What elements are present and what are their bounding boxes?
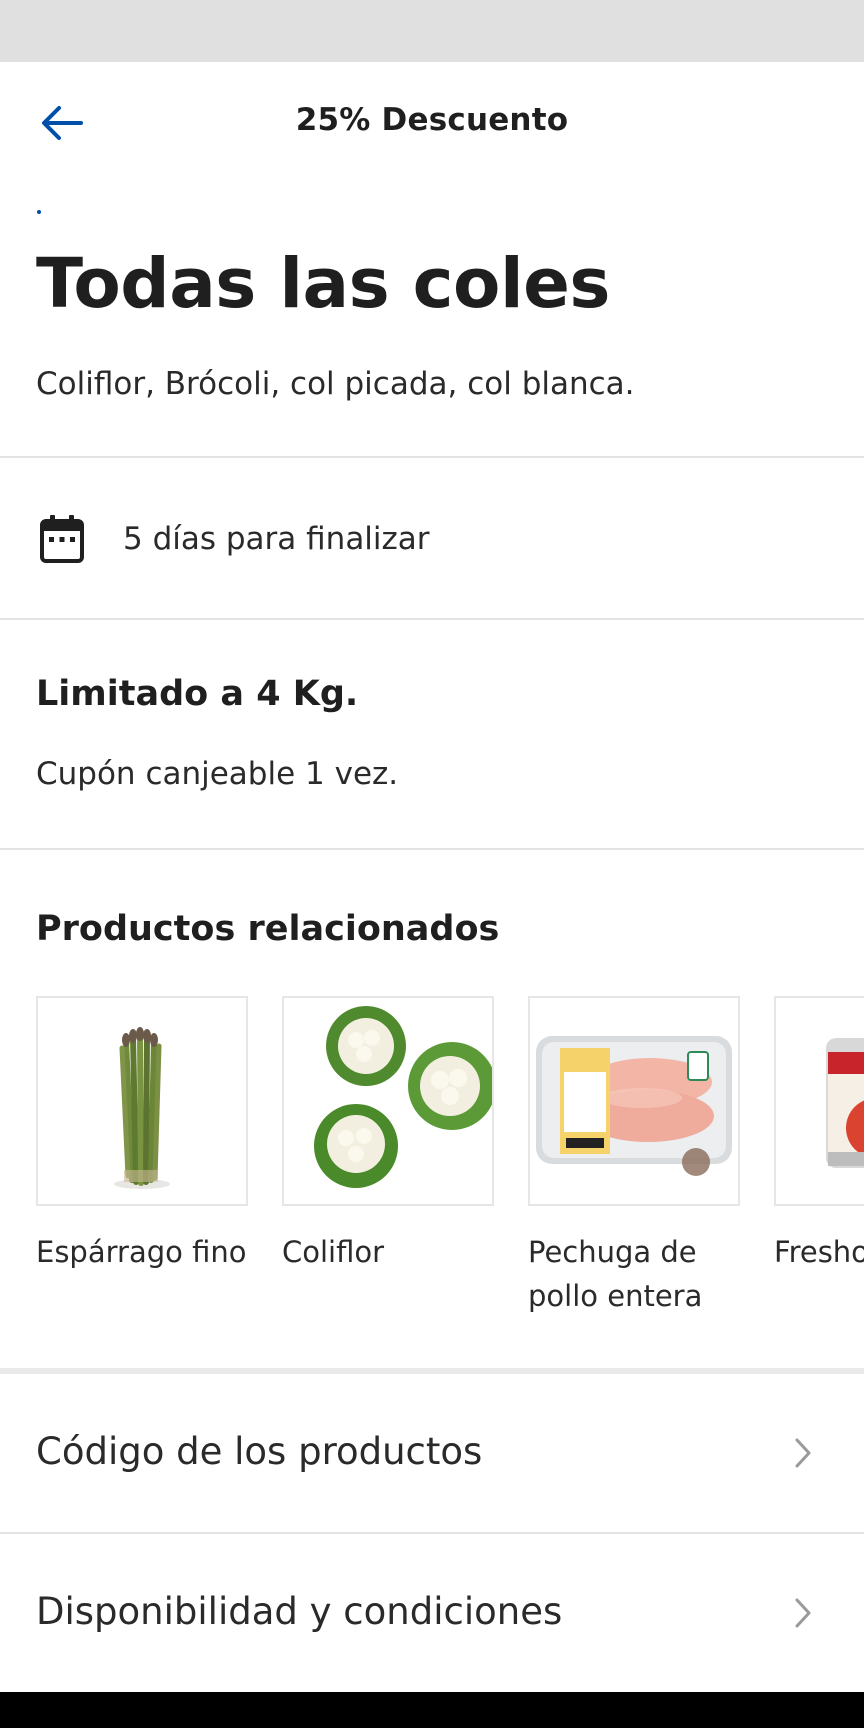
cauliflower-image [282,996,494,1206]
divider [0,618,864,620]
calendar-icon [40,515,84,563]
chevron-right-icon [795,1438,811,1468]
divider [0,848,864,850]
offer-description: Coliflor, Brócoli, col picada, col blanc… [36,366,635,402]
related-products-carousel[interactable]: Espárrago fino Coliflor Pechuga de pollo… [0,996,864,1316]
offer-title: Todas las coles [36,244,610,324]
product-name: Coliflor [282,1235,385,1269]
product-codes-label: Código de los productos [36,1430,483,1473]
product-name: Fresho Tomate [774,1235,864,1269]
related-products-title: Productos relacionados [36,909,500,949]
tomato-can-image [774,996,864,1206]
product-name: Pechuga de pollo entera [528,1235,703,1313]
app-header: 25% Descuento [0,62,864,184]
system-navigation-bar [0,1692,864,1728]
product-name: Espárrago fino [36,1235,247,1269]
product-card-tomato[interactable]: Fresho Tomate [774,996,864,1306]
chicken-breast-image [528,996,740,1206]
product-card-chicken[interactable]: Pechuga de pollo entera [528,996,740,1313]
product-card-asparagus[interactable]: Espárrago fino [36,996,248,1306]
product-codes-link[interactable]: Código de los productos [0,1374,864,1532]
page-title: 25% Descuento [295,102,569,138]
divider [0,456,864,458]
availability-label: Disponibilidad y condiciones [36,1590,563,1633]
asparagus-image [36,996,248,1206]
decorative-dot [37,210,41,214]
availability-conditions-link[interactable]: Disponibilidad y condiciones [0,1534,864,1692]
limit-text: Cupón canjeable 1 vez. [36,756,399,792]
product-card-cauliflower[interactable]: Coliflor [282,996,494,1306]
status-bar [0,0,864,62]
expiry-row: 5 días para finalizar [0,460,864,618]
limit-title: Limitado a 4 Kg. [36,674,359,714]
chevron-right-icon [795,1598,811,1628]
expiry-text: 5 días para finalizar [123,521,430,557]
